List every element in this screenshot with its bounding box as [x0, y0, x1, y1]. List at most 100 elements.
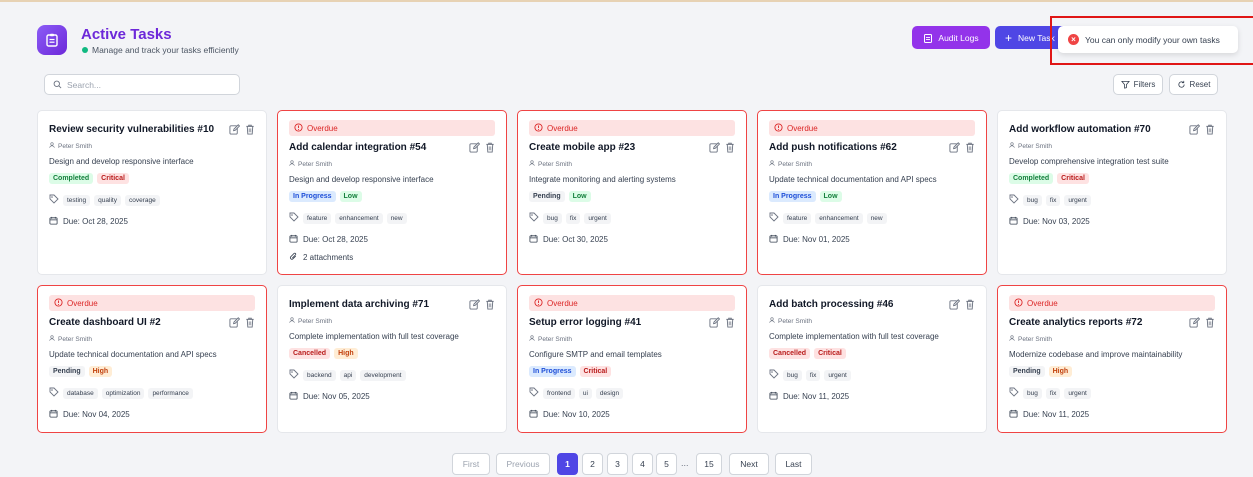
user-icon [529, 335, 535, 343]
trash-icon[interactable] [485, 297, 495, 315]
status-dot-icon [82, 47, 88, 53]
edit-icon[interactable] [1189, 122, 1201, 140]
assignee-name: Peter Smith [778, 160, 812, 168]
task-due-date: Due: Nov 01, 2025 [769, 234, 975, 245]
edit-icon[interactable] [949, 297, 961, 315]
task-title: Create analytics reports #72 [1009, 317, 1143, 328]
page-button-2[interactable]: 2 [582, 453, 603, 475]
tag-chip: bug [1023, 194, 1042, 206]
calendar-icon [529, 234, 538, 245]
assignee-name: Peter Smith [778, 317, 812, 325]
task-description: Configure SMTP and email templates [529, 350, 662, 359]
tag-icon [529, 384, 539, 402]
trash-icon[interactable] [245, 122, 255, 140]
trash-icon[interactable] [965, 140, 975, 158]
page-button-3[interactable]: 3 [607, 453, 628, 475]
search-input[interactable] [67, 79, 227, 90]
task-title: Add calendar integration #54 [289, 142, 427, 153]
tag-icon [289, 209, 299, 227]
error-toast: × You can only modify your own tasks [1058, 26, 1238, 53]
overdue-label: Overdue [787, 123, 818, 133]
page-button-15[interactable]: 15 [696, 453, 722, 475]
status-badge: Pending [529, 191, 565, 202]
edit-icon[interactable] [229, 315, 241, 333]
edit-icon[interactable] [469, 140, 481, 158]
assignee-name: Peter Smith [298, 160, 332, 168]
reset-button[interactable]: Reset [1169, 74, 1218, 95]
assignee-name: Peter Smith [298, 317, 332, 325]
trash-icon[interactable] [245, 315, 255, 333]
priority-badge: Critical [97, 173, 129, 184]
edit-icon[interactable] [469, 297, 481, 315]
due-date-text: Due: Nov 03, 2025 [1023, 217, 1090, 226]
calendar-icon [49, 409, 58, 420]
task-title: Add batch processing #46 [769, 299, 894, 310]
due-date-text: Due: Nov 04, 2025 [63, 410, 130, 419]
attachments-text: 2 attachments [303, 253, 354, 262]
task-card[interactable]: Implement data archiving #71 Peter Smith… [277, 285, 507, 433]
tag-chip: new [866, 212, 887, 224]
task-card[interactable]: Add workflow automation #70 Peter Smith … [997, 110, 1227, 275]
task-assignee: Peter Smith [49, 142, 255, 150]
edit-icon[interactable] [709, 315, 721, 333]
status-badge: Cancelled [289, 348, 331, 359]
task-card[interactable]: Overdue Create mobile app #23 Peter Smit… [517, 110, 747, 275]
user-icon [769, 160, 775, 168]
clipboard-list-icon [924, 33, 933, 43]
tag-chip: urgent [1064, 387, 1091, 399]
status-badge: Pending [1009, 366, 1045, 377]
tag-chip: enhancement [335, 212, 383, 224]
tag-chip: database [63, 387, 98, 399]
task-card[interactable]: Overdue Create analytics reports #72 Pet… [997, 285, 1227, 433]
last-page-button[interactable]: Last [775, 453, 812, 475]
tag-chip: testing [63, 194, 91, 206]
trash-icon[interactable] [485, 140, 495, 158]
calendar-icon [289, 391, 298, 402]
page-button-4[interactable]: 4 [632, 453, 653, 475]
task-card[interactable]: Overdue Create dashboard UI #2 Peter Smi… [37, 285, 267, 433]
task-description: Complete implementation with full test c… [289, 332, 459, 341]
edit-icon[interactable] [229, 122, 241, 140]
page-button-5[interactable]: 5 [656, 453, 677, 475]
audit-logs-button[interactable]: Audit Logs [912, 26, 990, 49]
refresh-icon [1177, 80, 1185, 88]
tag-chip: bug [543, 212, 562, 224]
subtitle-text: Manage and track your tasks efficiently [92, 45, 239, 55]
edit-icon[interactable] [1189, 315, 1201, 333]
assignee-name: Peter Smith [538, 160, 572, 168]
calendar-icon [49, 216, 58, 227]
due-date-text: Due: Nov 10, 2025 [543, 410, 610, 419]
page-button-1[interactable]: 1 [557, 453, 578, 475]
trash-icon[interactable] [965, 297, 975, 315]
trash-icon[interactable] [1205, 315, 1215, 333]
search-box[interactable] [44, 74, 240, 95]
tag-list: feature enhancement new [769, 209, 975, 227]
task-card[interactable]: Add batch processing #46 Peter Smith Com… [757, 285, 987, 433]
task-due-date: Due: Nov 11, 2025 [1009, 409, 1215, 420]
first-page-button[interactable]: First [452, 453, 490, 475]
task-card[interactable]: Review security vulnerabilities #10 Pete… [37, 110, 267, 275]
tag-list: bug fix urgent [1009, 191, 1215, 209]
status-badge: In Progress [769, 191, 816, 202]
alert-icon [534, 297, 543, 309]
task-card[interactable]: Overdue Add push notifications #62 Peter… [757, 110, 987, 275]
next-page-button[interactable]: Next [729, 453, 769, 475]
tag-chip: urgent [824, 369, 851, 381]
previous-page-button[interactable]: Previous [496, 453, 550, 475]
edit-icon[interactable] [949, 140, 961, 158]
task-attachments[interactable]: 2 attachments [289, 252, 495, 263]
assignee-name: Peter Smith [1018, 142, 1052, 150]
due-date-text: Due: Oct 30, 2025 [543, 235, 608, 244]
trash-icon[interactable] [1205, 122, 1215, 140]
filters-button[interactable]: Filters [1113, 74, 1163, 95]
task-card[interactable]: Overdue Add calendar integration #54 Pet… [277, 110, 507, 275]
paperclip-icon [289, 252, 298, 263]
trash-icon[interactable] [725, 140, 735, 158]
trash-icon[interactable] [725, 315, 735, 333]
task-card[interactable]: Overdue Setup error logging #41 Peter Sm… [517, 285, 747, 433]
edit-icon[interactable] [709, 140, 721, 158]
overdue-label: Overdue [307, 123, 338, 133]
tag-list: bug fix urgent [529, 209, 735, 227]
task-due-date: Due: Oct 28, 2025 [49, 216, 255, 227]
calendar-icon [529, 409, 538, 420]
